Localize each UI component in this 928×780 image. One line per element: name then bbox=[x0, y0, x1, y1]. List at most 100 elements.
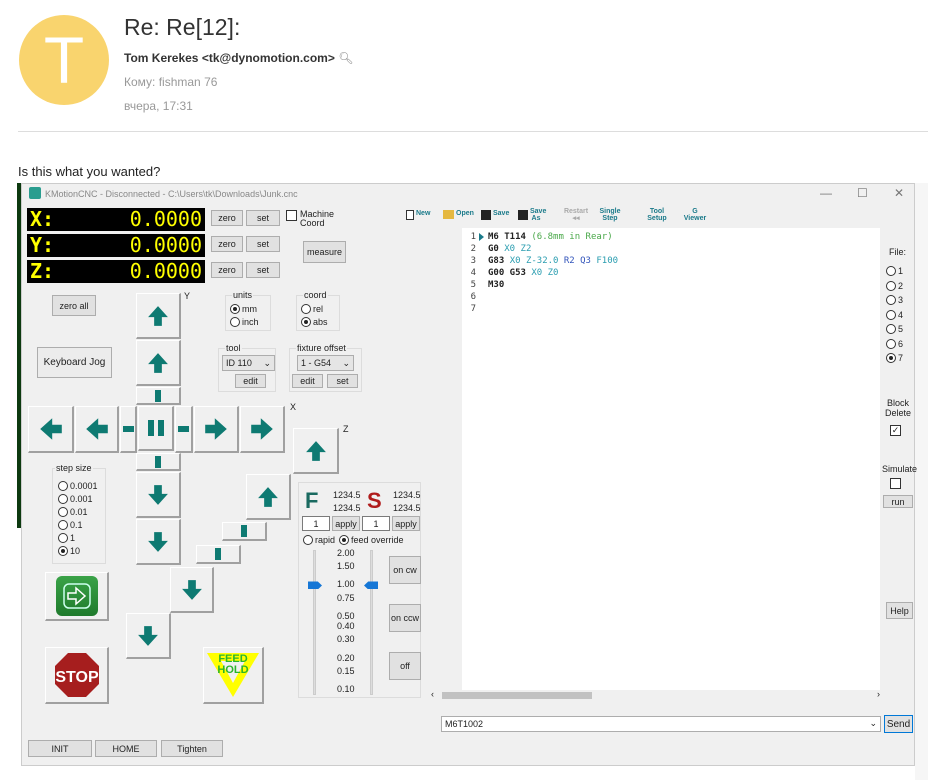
radio-icon[interactable] bbox=[58, 519, 68, 530]
step-size-radio[interactable]: 0.01 bbox=[58, 505, 98, 518]
radio-icon[interactable] bbox=[886, 353, 896, 364]
feed-hold-button[interactable]: FEED HOLD bbox=[203, 647, 264, 704]
feed-apply-button[interactable]: apply bbox=[332, 516, 360, 531]
jog-y-plus-fast-button[interactable] bbox=[136, 293, 181, 339]
spindle-apply-button[interactable]: apply bbox=[392, 516, 420, 531]
spindle-input[interactable]: 1 bbox=[362, 516, 390, 531]
radio-icon[interactable] bbox=[886, 324, 896, 335]
cycle-start-button[interactable] bbox=[45, 572, 109, 621]
file-radio[interactable]: 4 bbox=[886, 308, 903, 323]
help-button[interactable]: Help bbox=[886, 602, 913, 619]
new-button[interactable]: New bbox=[406, 210, 430, 220]
step-x-minus-button[interactable] bbox=[120, 406, 137, 453]
minimize-button[interactable]: — bbox=[820, 186, 832, 200]
step-z-plus-button[interactable] bbox=[222, 522, 267, 541]
code-line[interactable]: G83 X0 Z-32.0 R2 Q3 F100 bbox=[488, 255, 618, 267]
save-as-button[interactable]: Save As bbox=[518, 208, 546, 222]
tool-setup-button[interactable]: Tool Setup bbox=[640, 208, 674, 222]
jog-x-minus-button[interactable] bbox=[75, 406, 119, 453]
radio-icon[interactable] bbox=[58, 506, 68, 517]
radio-icon[interactable] bbox=[886, 280, 896, 291]
zero-z-button[interactable]: zero bbox=[211, 262, 243, 278]
keyboard-jog-button[interactable]: Keyboard Jog bbox=[37, 347, 112, 378]
checkbox[interactable] bbox=[286, 210, 297, 221]
maximize-button[interactable]: ☐ bbox=[857, 186, 868, 200]
code-line[interactable]: G0 X0 Z2 bbox=[488, 243, 531, 255]
scrollbar-thumb[interactable] bbox=[442, 692, 592, 699]
feed-override-radio[interactable]: feed override bbox=[339, 533, 404, 546]
fixture-edit-button[interactable]: edit bbox=[292, 374, 323, 388]
tool-select[interactable]: ID 110 ⌄ bbox=[222, 355, 275, 371]
tighten-button[interactable]: Tighten bbox=[161, 740, 223, 757]
radio-icon[interactable] bbox=[230, 303, 240, 314]
home-button[interactable]: HOME bbox=[95, 740, 157, 757]
code-line[interactable]: G00 G53 X0 Z0 bbox=[488, 267, 558, 279]
radio-icon[interactable] bbox=[886, 266, 896, 277]
step-z-minus-button[interactable] bbox=[196, 545, 241, 564]
machine-coord-checkbox[interactable]: Machine Coord bbox=[286, 210, 344, 228]
jog-x-plus-fast-button[interactable] bbox=[240, 406, 285, 453]
restart-button[interactable]: Restart ◂◂ bbox=[560, 208, 592, 222]
scroll-right-icon[interactable]: › bbox=[877, 689, 880, 699]
file-radio[interactable]: 6 bbox=[886, 337, 903, 352]
block-delete-checkbox[interactable]: ✓ bbox=[890, 425, 901, 436]
radio-icon[interactable] bbox=[886, 309, 896, 320]
radio-icon[interactable] bbox=[303, 534, 313, 545]
step-size-radio[interactable]: 1 bbox=[58, 531, 98, 544]
set-x-button[interactable]: set bbox=[246, 210, 280, 226]
chevron-down-icon[interactable]: ⌄ bbox=[869, 718, 877, 729]
step-size-radio[interactable]: 0.001 bbox=[58, 492, 98, 505]
rapid-radio[interactable]: rapid bbox=[303, 533, 335, 546]
file-radio[interactable]: 1 bbox=[886, 264, 903, 279]
step-size-radio[interactable]: 0.0001 bbox=[58, 479, 98, 492]
init-button[interactable]: INIT bbox=[28, 740, 92, 757]
radio-icon[interactable] bbox=[58, 545, 68, 556]
zero-all-button[interactable]: zero all bbox=[52, 295, 96, 316]
file-radio[interactable]: 2 bbox=[886, 279, 903, 294]
step-x-plus-button[interactable] bbox=[175, 406, 193, 453]
jog-z-minus-button[interactable] bbox=[170, 567, 214, 613]
zero-y-button[interactable]: zero bbox=[211, 236, 243, 252]
save-button[interactable]: Save bbox=[481, 210, 509, 220]
zero-x-button[interactable]: zero bbox=[211, 210, 243, 226]
radio-icon[interactable] bbox=[886, 295, 896, 306]
radio-icon[interactable] bbox=[230, 316, 240, 327]
file-radio[interactable]: 3 bbox=[886, 293, 903, 308]
stop-button[interactable]: STOP bbox=[45, 647, 109, 704]
coord-abs-radio[interactable]: abs bbox=[301, 315, 328, 328]
jog-z-plus-fast-button[interactable] bbox=[293, 428, 339, 474]
email-sender[interactable]: Tom Kerekes <tk@dynomotion.com> 🔍︎ bbox=[124, 51, 353, 65]
radio-icon[interactable] bbox=[301, 303, 311, 314]
set-y-button[interactable]: set bbox=[246, 236, 280, 252]
simulate-checkbox[interactable] bbox=[890, 478, 901, 489]
measure-button[interactable]: measure bbox=[303, 241, 346, 263]
spindle-override-slider[interactable] bbox=[370, 550, 373, 695]
jog-x-plus-button[interactable] bbox=[194, 406, 239, 453]
jog-y-plus-button[interactable] bbox=[136, 340, 181, 386]
close-button[interactable]: ✕ bbox=[894, 186, 904, 200]
units-inch-radio[interactable]: inch bbox=[230, 315, 259, 328]
spindle-ccw-button[interactable]: on ccw bbox=[389, 604, 421, 632]
radio-icon[interactable] bbox=[339, 534, 350, 545]
spindle-cw-button[interactable]: on cw bbox=[389, 556, 421, 584]
set-z-button[interactable]: set bbox=[246, 262, 280, 278]
radio-icon[interactable] bbox=[58, 532, 68, 543]
feed-override-slider[interactable] bbox=[313, 550, 316, 695]
jog-y-minus-button[interactable] bbox=[136, 472, 181, 518]
file-radio[interactable]: 5 bbox=[886, 322, 903, 337]
radio-icon[interactable] bbox=[58, 480, 68, 491]
gcode-editor[interactable] bbox=[462, 228, 880, 690]
units-mm-radio[interactable]: mm bbox=[230, 302, 259, 315]
g-viewer-button[interactable]: G Viewer bbox=[682, 208, 708, 222]
code-line[interactable]: M6 T114 (6.8mm in Rear) bbox=[488, 231, 613, 243]
coord-rel-radio[interactable]: rel bbox=[301, 302, 328, 315]
fixture-select[interactable]: 1 - G54 ⌄ bbox=[297, 355, 354, 371]
step-size-radio[interactable]: 10 bbox=[58, 544, 98, 557]
radio-icon[interactable] bbox=[886, 338, 896, 349]
jog-y-minus-fast-button[interactable] bbox=[136, 519, 181, 565]
jog-z-plus-button[interactable] bbox=[246, 474, 291, 520]
open-button[interactable]: Open bbox=[443, 210, 474, 219]
single-step-button[interactable]: Single Step bbox=[597, 208, 623, 222]
jog-x-minus-fast-button[interactable] bbox=[28, 406, 74, 453]
horizontal-scrollbar[interactable]: ‹ › bbox=[430, 689, 882, 701]
